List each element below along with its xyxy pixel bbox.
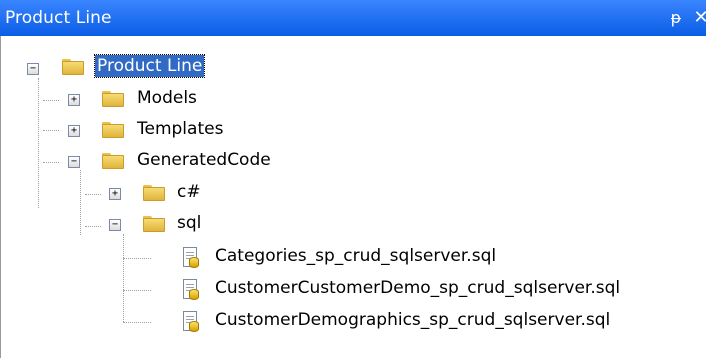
sql-file-icon xyxy=(181,279,199,301)
tree-node-templates[interactable]: Templates xyxy=(137,118,223,140)
solution-explorer-panel: Product Line ᵽ ✕ − Product Line + Models… xyxy=(0,0,706,358)
expand-toggle-templates[interactable]: + xyxy=(68,125,80,137)
folder-icon xyxy=(143,215,165,232)
tree-view[interactable]: − Product Line + Models + Templates − Ge… xyxy=(0,36,706,358)
tree-node-generatedcode[interactable]: GeneratedCode xyxy=(137,149,271,171)
collapse-toggle-generatedcode[interactable]: − xyxy=(68,156,80,168)
tree-node-csharp[interactable]: c# xyxy=(177,181,201,203)
sql-file-icon xyxy=(181,311,199,333)
tree-node-sql[interactable]: sql xyxy=(177,212,201,234)
sql-file-icon xyxy=(181,247,199,269)
close-icon[interactable]: ✕ xyxy=(688,5,706,31)
tree-node-file[interactable]: CustomerCustomerDemo_sp_crud_sqlserver.s… xyxy=(215,277,620,299)
tree-node-models[interactable]: Models xyxy=(137,87,197,109)
expand-toggle-models[interactable]: + xyxy=(68,94,80,106)
tree-connector xyxy=(123,258,151,259)
tree-connector xyxy=(85,226,101,227)
collapse-toggle-sql[interactable]: − xyxy=(109,219,121,231)
tree-node-file[interactable]: CustomerDemographics_sp_crud_sqlserver.s… xyxy=(215,309,610,331)
folder-icon xyxy=(62,58,84,75)
tree-connector xyxy=(123,322,151,323)
tree-connector xyxy=(43,100,59,101)
pin-icon[interactable]: ᵽ xyxy=(663,5,689,31)
collapse-toggle-product-line[interactable]: − xyxy=(27,63,39,75)
tree-connector xyxy=(80,170,81,235)
folder-icon xyxy=(102,121,124,138)
panel-title-bar[interactable]: Product Line ᵽ ✕ xyxy=(0,0,706,36)
folder-icon xyxy=(102,152,124,169)
folder-icon xyxy=(102,90,124,107)
folder-icon xyxy=(143,184,165,201)
expand-toggle-csharp[interactable]: + xyxy=(109,188,121,200)
tree-connector xyxy=(43,162,59,163)
tree-connector xyxy=(85,194,101,195)
tree-node-product-line[interactable]: Product Line xyxy=(93,54,206,78)
tree-node-file[interactable]: Categories_sp_crud_sqlserver.sql xyxy=(215,245,496,267)
panel-title: Product Line xyxy=(5,8,112,28)
tree-connector xyxy=(123,290,151,291)
tree-connector xyxy=(43,130,59,131)
tree-connector xyxy=(123,234,124,322)
tree-connector xyxy=(38,78,39,208)
